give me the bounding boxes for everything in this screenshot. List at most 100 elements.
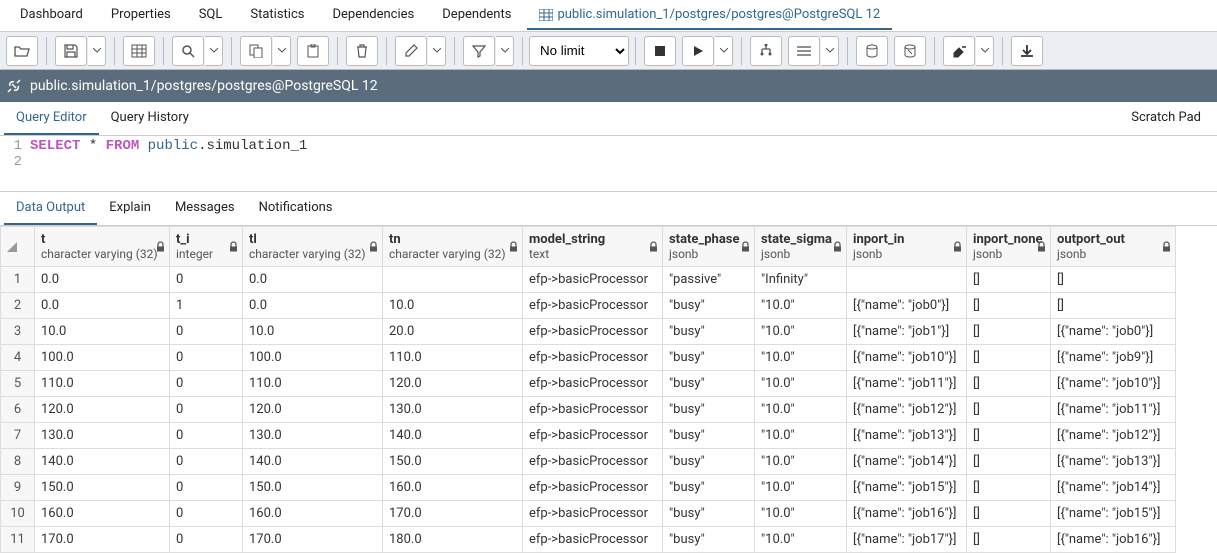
query-tool-button[interactable] (123, 36, 155, 66)
table-row[interactable]: 4100.00100.0110.0efp->basicProcessor"bus… (1, 345, 1176, 371)
table-row[interactable]: 10160.00160.0170.0efp->basicProcessor"bu… (1, 501, 1176, 527)
cell[interactable]: 0 (170, 449, 243, 475)
cell[interactable]: "10.0" (755, 397, 847, 423)
cell[interactable]: efp->basicProcessor (523, 345, 663, 371)
tab-query-history[interactable]: Query History (99, 102, 201, 135)
cell[interactable]: "10.0" (755, 423, 847, 449)
row-number[interactable]: 5 (1, 371, 35, 397)
sql-editor[interactable]: 1 SELECT * FROM public.simulation_1 2 (0, 136, 1217, 192)
execute-dropdown[interactable] (715, 36, 733, 66)
copy-dropdown[interactable] (273, 36, 291, 66)
cell[interactable]: 130.0 (383, 397, 523, 423)
cell[interactable]: efp->basicProcessor (523, 319, 663, 345)
cell[interactable]: 100.0 (243, 345, 383, 371)
cell[interactable]: "busy" (663, 475, 755, 501)
cell[interactable]: [{"name": "job12"}] (1051, 423, 1176, 449)
open-file-button[interactable] (6, 36, 38, 66)
cell[interactable]: [] (967, 293, 1051, 319)
cell[interactable]: "busy" (663, 293, 755, 319)
cell[interactable]: 10.0 (35, 319, 170, 345)
paste-button[interactable] (297, 36, 329, 66)
cell[interactable]: 180.0 (383, 527, 523, 553)
cell[interactable]: 170.0 (243, 527, 383, 553)
cell[interactable]: 110.0 (383, 345, 523, 371)
table-row[interactable]: 8140.00140.0150.0efp->basicProcessor"bus… (1, 449, 1176, 475)
cell[interactable]: 0 (170, 423, 243, 449)
tab-statistics[interactable]: Statistics (238, 1, 316, 30)
cell[interactable]: efp->basicProcessor (523, 449, 663, 475)
cell[interactable]: 0 (170, 371, 243, 397)
tab-scratch-pad[interactable]: Scratch Pad (1119, 102, 1213, 135)
cell[interactable]: 0.0 (243, 267, 383, 293)
cell[interactable]: [{"name": "job15"}] (1051, 501, 1176, 527)
clear-button[interactable] (943, 36, 975, 66)
cell[interactable]: "busy" (663, 501, 755, 527)
cell[interactable]: 120.0 (383, 371, 523, 397)
cell[interactable]: 160.0 (35, 501, 170, 527)
cell[interactable]: 140.0 (383, 423, 523, 449)
row-number[interactable]: 4 (1, 345, 35, 371)
row-number[interactable]: 1 (1, 267, 35, 293)
cell[interactable]: [{"name": "job16"}] (1051, 527, 1176, 553)
cell[interactable]: [{"name": "job17"}] (847, 527, 967, 553)
cell[interactable]: efp->basicProcessor (523, 501, 663, 527)
cell[interactable]: 170.0 (383, 501, 523, 527)
cell[interactable]: "busy" (663, 345, 755, 371)
cell[interactable]: "busy" (663, 371, 755, 397)
table-row[interactable]: 6120.00120.0130.0efp->basicProcessor"bus… (1, 397, 1176, 423)
cell[interactable]: 0 (170, 397, 243, 423)
cell[interactable]: efp->basicProcessor (523, 293, 663, 319)
column-header[interactable]: t_iinteger (170, 227, 243, 267)
cell[interactable]: [] (1051, 267, 1176, 293)
cell[interactable]: [] (967, 449, 1051, 475)
cell[interactable]: efp->basicProcessor (523, 371, 663, 397)
cell[interactable]: 140.0 (243, 449, 383, 475)
explain-dropdown[interactable] (821, 36, 839, 66)
column-header[interactable]: tcharacter varying (32) (35, 227, 170, 267)
cell[interactable]: [{"name": "job11"}] (847, 371, 967, 397)
cell[interactable]: 150.0 (383, 449, 523, 475)
stop-button[interactable] (644, 36, 676, 66)
cell[interactable]: 0 (170, 267, 243, 293)
tab-messages[interactable]: Messages (163, 192, 247, 225)
cell[interactable]: "busy" (663, 527, 755, 553)
cell[interactable]: 140.0 (35, 449, 170, 475)
row-number[interactable]: 11 (1, 527, 35, 553)
cell[interactable]: [{"name": "job12"}] (847, 397, 967, 423)
execute-button[interactable] (682, 36, 714, 66)
cell[interactable]: [] (967, 423, 1051, 449)
table-row[interactable]: 5110.00110.0120.0efp->basicProcessor"bus… (1, 371, 1176, 397)
tab-notifications[interactable]: Notifications (247, 192, 345, 225)
column-header[interactable]: state_phasejsonb (663, 227, 755, 267)
column-header[interactable]: outport_outjsonb (1051, 227, 1176, 267)
filter-button[interactable] (463, 36, 495, 66)
find-button[interactable] (172, 36, 204, 66)
cell[interactable]: [] (967, 475, 1051, 501)
cell[interactable]: [{"name": "job15"}] (847, 475, 967, 501)
cell[interactable]: "busy" (663, 449, 755, 475)
cell[interactable]: [] (967, 397, 1051, 423)
cell[interactable]: [{"name": "job0"}] (1051, 319, 1176, 345)
cell[interactable]: 0 (170, 475, 243, 501)
cell[interactable]: [] (967, 501, 1051, 527)
cell[interactable]: [] (967, 345, 1051, 371)
cell[interactable]: efp->basicProcessor (523, 423, 663, 449)
save-dropdown[interactable] (88, 36, 106, 66)
cell[interactable]: [] (967, 527, 1051, 553)
filter-dropdown[interactable] (496, 36, 514, 66)
cell[interactable]: "10.0" (755, 527, 847, 553)
cell[interactable]: 160.0 (383, 475, 523, 501)
delete-button[interactable] (346, 36, 378, 66)
cell[interactable]: 120.0 (35, 397, 170, 423)
cell[interactable]: 10.0 (383, 293, 523, 319)
cell[interactable]: efp->basicProcessor (523, 527, 663, 553)
row-number[interactable]: 7 (1, 423, 35, 449)
cell[interactable]: 0 (170, 319, 243, 345)
cell[interactable]: 0.0 (35, 267, 170, 293)
cell[interactable]: 120.0 (243, 397, 383, 423)
cell[interactable]: [{"name": "job10"}] (1051, 371, 1176, 397)
cell[interactable]: efp->basicProcessor (523, 475, 663, 501)
tab-properties[interactable]: Properties (99, 1, 183, 30)
column-header[interactable]: state_sigmajsonb (755, 227, 847, 267)
cell[interactable]: [{"name": "job13"}] (847, 423, 967, 449)
